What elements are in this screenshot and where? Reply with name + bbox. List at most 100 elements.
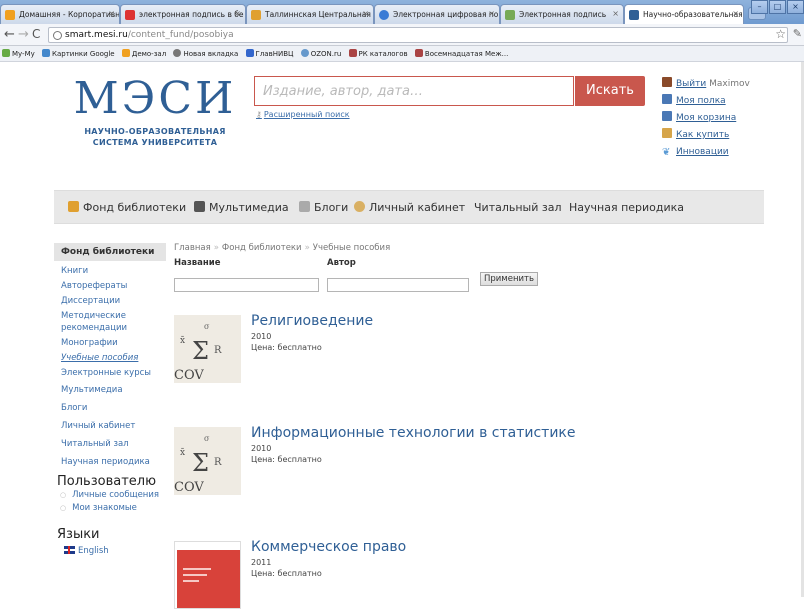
book-title-link[interactable]: Религиоведение [251,313,373,329]
filter-author-label: Автор [327,258,356,268]
logout-link[interactable]: Выйти [676,79,706,89]
tab-favicon-icon [125,10,135,20]
sidebar-item-account[interactable]: Личный кабинет [61,420,166,432]
sidebar-item-blogs[interactable]: Блоги [61,402,166,414]
url-path: /content_fund/posobiya [127,30,234,40]
close-icon[interactable]: × [108,9,115,18]
address-bar[interactable]: smart.mesi.ru/content_fund/posobiya [48,27,788,43]
sidebar-item-guidelines[interactable]: Методические рекомендации [61,310,166,334]
menu-item-reading-room[interactable]: Читальный зал [474,201,562,214]
sidebar-item-monographs[interactable]: Монографии [61,337,166,349]
books-icon [662,111,672,121]
search-input[interactable]: Издание, автор, дата… [254,76,574,106]
menu-item-blogs[interactable]: Блоги [299,201,348,214]
bookmark-star-icon[interactable]: ☆ [775,27,786,41]
svg-text:x̄: x̄ [180,448,185,458]
sidebar-item-books[interactable]: Книги [61,265,166,277]
breadcrumb-item[interactable]: Фонд библиотеки [222,243,302,253]
bookmark-item[interactable]: My-My [2,49,35,58]
bookmark-item[interactable]: Восемнадцатая Меж... [414,49,508,58]
wrench-icon[interactable]: ✎ [793,27,802,40]
close-icon[interactable]: × [488,9,495,18]
tab-label: электронная подпись в бе [139,10,244,19]
minimize-icon[interactable]: – [751,0,768,14]
bookmark-item[interactable]: Картинки Google [42,49,115,58]
apply-filter-button[interactable]: Применить [480,272,538,286]
forward-arrow-icon[interactable]: → [18,27,29,42]
book-cover[interactable]: σ x̄ Σ R COV [174,427,241,495]
sidebar-item-dissertations[interactable]: Диссертации [61,295,166,307]
sidebar-item-periodicals[interactable]: Научная периодика [61,456,166,468]
book-price: Цена: бесплатно [251,569,322,578]
user-link-row: ❦ Инновации [662,144,750,161]
reload-icon[interactable]: C [32,27,40,41]
sidebar-item-friends[interactable]: Мои знакомые [54,502,166,515]
bookmark-item[interactable]: Новая вкладка [173,49,238,58]
bookmark-favicon-icon [2,49,10,57]
sidebar-item-multimedia[interactable]: Мультимедиа [61,384,166,396]
book-cover[interactable]: σ x̄ Σ R COV [174,315,241,383]
book-cover[interactable] [174,541,241,609]
back-arrow-icon[interactable]: ← [4,27,15,42]
browser-tab[interactable]: Электронная подпись × [500,4,624,24]
sidebar-heading[interactable]: Фонд библиотеки [54,243,166,261]
menu-label: Мультимедиа [209,201,289,214]
menu-item-account[interactable]: Личный кабинет [354,201,465,214]
sidebar-item-reading-room[interactable]: Читальный зал [61,438,166,450]
bookmark-favicon-icon [42,49,51,57]
bookmark-item[interactable]: Демо-зал [121,49,166,58]
close-icon[interactable]: × [234,9,241,18]
search-button[interactable]: Искать [575,76,645,106]
menu-item-multimedia[interactable]: Мультимедиа [194,201,289,214]
formula-cover-image: σ x̄ Σ R COV [174,427,241,495]
bookmark-label: Картинки Google [52,50,115,58]
close-icon[interactable]: × [732,9,739,18]
bookmark-label: ГлавНИВЦ [255,50,294,58]
browser-tab[interactable]: Таллиннская Центральная × [246,4,374,24]
book-item: Коммерческое право 2011 Цена: бесплатно [174,539,774,609]
author-filter-input[interactable] [327,278,469,292]
menu-item-periodicals[interactable]: Научная периодика [569,201,684,214]
browser-tab[interactable]: Домашняя - Корпоративны × [0,4,120,24]
maximize-icon[interactable]: □ [769,0,786,14]
my-shelf-link[interactable]: Моя полка [676,96,726,106]
innovations-link[interactable]: Инновации [676,147,729,157]
close-icon[interactable]: × [612,9,619,18]
door-icon [662,77,672,87]
bookmarks-bar: My-My Картинки Google Демо-зал Новая вкл… [0,46,804,62]
language-english-link[interactable]: English [54,546,166,556]
multimedia-icon [194,201,205,212]
languages-heading: Языки [57,527,100,542]
bookmark-item[interactable]: OZON.ru [300,49,341,58]
menu-label: Личный кабинет [369,201,466,214]
sidebar: Фонд библиотеки Книги Авторефераты Диссе… [54,243,166,556]
main-content: Главная» Фонд библиотеки» Учебные пособия … [174,243,774,609]
sidebar-item-e-courses[interactable]: Электронные курсы [61,367,166,379]
browser-tab-active[interactable]: Научно-образовательная с × [624,4,744,24]
close-icon[interactable]: × [362,9,369,18]
my-cart-link[interactable]: Моя корзина [676,113,736,123]
browser-tab[interactable]: электронная подпись в бе × [120,4,246,24]
breadcrumb-item[interactable]: Главная [174,243,211,253]
browser-toolbar: ← → C smart.mesi.ru/content_fund/posobiy… [0,24,804,46]
advanced-search-link[interactable]: ⚷ Расширенный поиск [256,110,350,119]
site-logo[interactable]: МЭСИ НАУЧНО-ОБРАЗОВАТЕЛЬНАЯ СИСТЕМА УНИВ… [70,76,240,148]
book-title-link[interactable]: Коммерческое право [251,539,406,555]
sidebar-item-messages[interactable]: Личные сообщения [54,489,166,502]
menu-item-library[interactable]: Фонд библиотеки [68,201,186,214]
logo-subtitle-line2: СИСТЕМА УНИВЕРСИТЕТА [92,138,218,147]
user-link-row: Как купить [662,127,750,144]
browser-tab[interactable]: Электронная цифровая по × [374,4,500,24]
tab-favicon-icon [505,10,515,20]
book-title-link[interactable]: Информационные технологии в статистике [251,425,576,441]
bookmark-item[interactable]: РК каталогов [348,49,408,58]
account-icon [354,201,365,212]
title-filter-input[interactable] [174,278,319,292]
svg-text:Σ: Σ [192,449,209,477]
sidebar-item-textbooks[interactable]: Учебные пособия [61,352,166,364]
how-to-buy-link[interactable]: Как купить [676,130,729,140]
bookmark-item[interactable]: ГлавНИВЦ [245,49,294,58]
sidebar-item-abstracts[interactable]: Авторефераты [61,280,166,292]
user-panel: Выйти Maximov Моя полка Моя корзина Как … [662,76,750,161]
close-window-icon[interactable]: × [787,0,804,14]
